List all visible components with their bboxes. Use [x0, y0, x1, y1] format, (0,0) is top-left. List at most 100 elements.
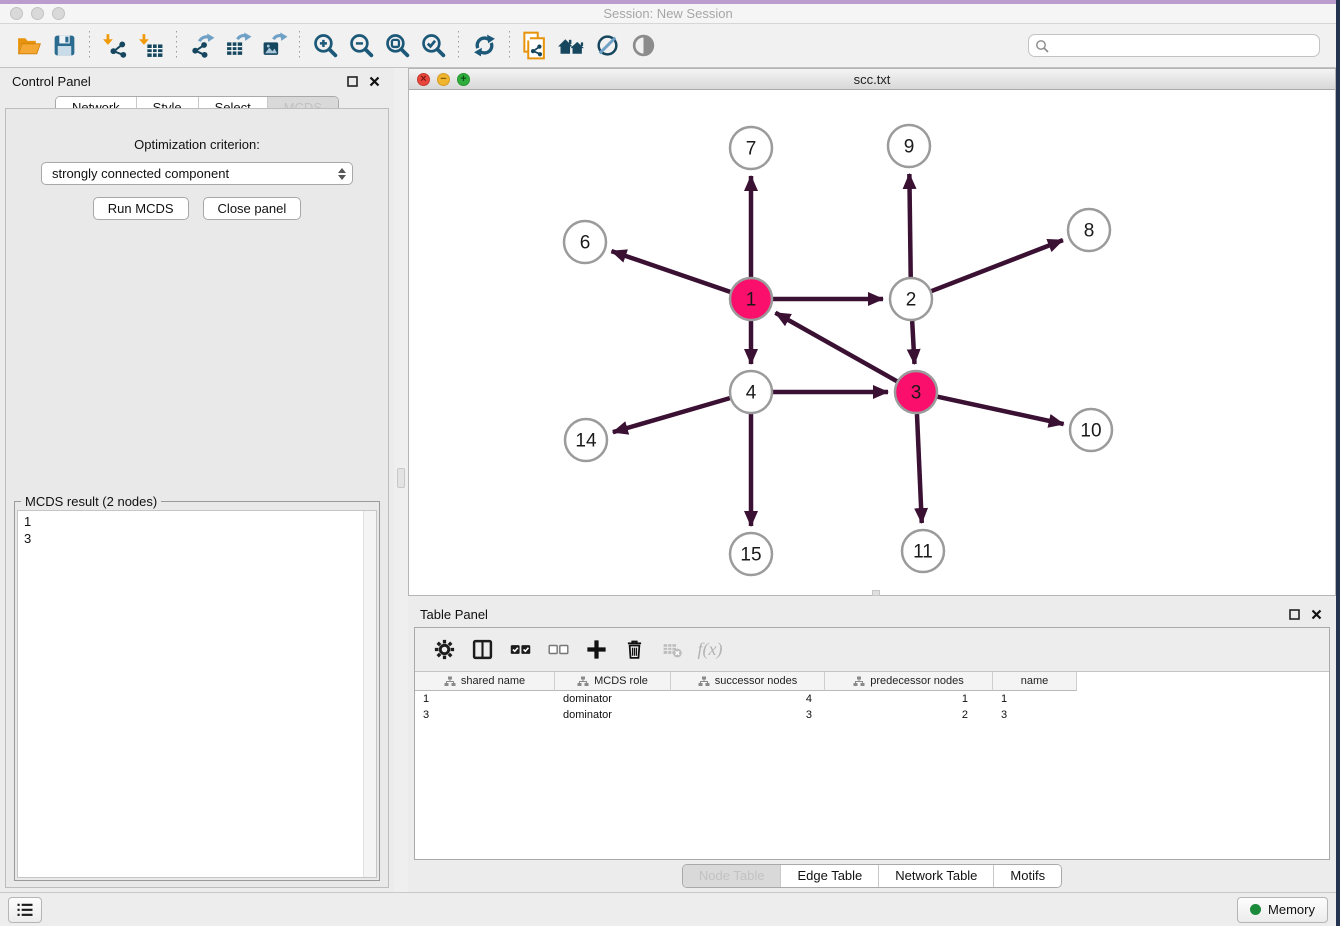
- select-all-icon[interactable]: [506, 636, 534, 664]
- column-header-successor-nodes[interactable]: successor nodes: [671, 672, 825, 691]
- table-tabbar: Node TableEdge TableNetwork TableMotifs: [408, 860, 1336, 892]
- network-zoom-button[interactable]: +: [457, 73, 470, 86]
- splitter-grip[interactable]: [397, 468, 405, 488]
- result-scrollbar[interactable]: [363, 511, 376, 877]
- memory-label: Memory: [1268, 902, 1315, 917]
- mcds-result-title: MCDS result (2 nodes): [21, 494, 161, 509]
- criterion-value: strongly connected component: [52, 166, 338, 181]
- table-header: shared nameMCDS rolesuccessor nodesprede…: [415, 672, 1329, 691]
- graph-edge-2-9[interactable]: [909, 174, 910, 277]
- zoom-in-icon[interactable]: [310, 31, 340, 61]
- control-panel: Control Panel NetworkStyleSelectMCDS Opt…: [0, 68, 394, 892]
- close-panel-button[interactable]: Close panel: [203, 197, 302, 220]
- node-table[interactable]: shared nameMCDS rolesuccessor nodesprede…: [415, 672, 1329, 859]
- desktop-background: [1336, 0, 1340, 926]
- sort-tree-icon: [444, 676, 456, 687]
- graph-edge-3-1[interactable]: [775, 313, 896, 381]
- table-row[interactable]: 1dominator411: [415, 691, 1329, 707]
- memory-button[interactable]: Memory: [1237, 897, 1328, 923]
- network-graph[interactable]: 7968124314101511: [409, 90, 1335, 590]
- tab-node-table[interactable]: Node Table: [683, 865, 781, 887]
- network-titlebar: × − + scc.txt: [409, 69, 1335, 90]
- deselect-all-icon[interactable]: [544, 636, 572, 664]
- criterion-select[interactable]: strongly connected component: [41, 162, 353, 185]
- network-close-button[interactable]: ×: [417, 73, 430, 86]
- mcds-result-box[interactable]: 1 3: [17, 510, 377, 878]
- export-network-icon[interactable]: [187, 31, 217, 61]
- delete-table-icon: [658, 636, 686, 664]
- add-icon[interactable]: [582, 636, 610, 664]
- status-bar: Memory: [0, 892, 1336, 926]
- sort-tree-icon: [577, 676, 589, 687]
- column-header-name[interactable]: name: [993, 672, 1077, 691]
- memory-status-dot: [1250, 904, 1261, 915]
- slash-circle-icon[interactable]: [592, 31, 622, 61]
- run-mcds-button[interactable]: Run MCDS: [93, 197, 189, 220]
- table-toolbar: f(x): [415, 628, 1329, 672]
- copy-network-icon[interactable]: [520, 31, 550, 61]
- float-table-panel-icon[interactable]: [1286, 606, 1302, 622]
- network-canvas[interactable]: 7968124314101511: [409, 90, 1335, 595]
- graph-edge-1-6[interactable]: [611, 251, 730, 292]
- table-panel: Table Panel: [408, 601, 1336, 892]
- graph-node-label-8: 8: [1084, 221, 1095, 242]
- import-network-icon[interactable]: [100, 31, 130, 61]
- zoom-fit-icon[interactable]: [382, 31, 412, 61]
- graph-edge-3-11[interactable]: [917, 414, 922, 523]
- refresh-icon[interactable]: [469, 31, 499, 61]
- export-table-icon[interactable]: [223, 31, 253, 61]
- graph-edge-3-10[interactable]: [937, 397, 1063, 424]
- gear-icon[interactable]: [430, 636, 458, 664]
- eye-icon[interactable]: [628, 31, 658, 61]
- table-panel-title: Table Panel: [420, 607, 1280, 622]
- network-title: scc.txt: [409, 72, 1335, 87]
- control-panel-title: Control Panel: [12, 74, 338, 89]
- panel-splitter[interactable]: [394, 68, 408, 892]
- search-input[interactable]: [1053, 38, 1313, 54]
- graph-edge-4-14[interactable]: [613, 398, 730, 432]
- column-header-MCDS-role[interactable]: MCDS role: [555, 672, 671, 691]
- window-titlebar: Session: New Session: [0, 4, 1336, 24]
- optimization-criterion-label: Optimization criterion:: [134, 137, 260, 152]
- zoom-out-icon[interactable]: [346, 31, 376, 61]
- trash-icon[interactable]: [620, 636, 648, 664]
- graph-node-label-2: 2: [906, 290, 917, 311]
- search-icon: [1035, 39, 1049, 53]
- save-icon[interactable]: [49, 31, 79, 61]
- graph-node-label-15: 15: [740, 545, 761, 566]
- sort-tree-icon: [853, 676, 865, 687]
- close-panel-icon[interactable]: [366, 73, 382, 89]
- tab-motifs[interactable]: Motifs: [993, 865, 1061, 887]
- import-table-icon[interactable]: [136, 31, 166, 61]
- fx-icon: f(x): [696, 636, 724, 664]
- graph-node-label-14: 14: [575, 431, 597, 452]
- table-rows: 1dominator4113dominator323: [415, 691, 1329, 723]
- float-panel-icon[interactable]: [344, 73, 360, 89]
- zoom-selected-icon[interactable]: [418, 31, 448, 61]
- table-row[interactable]: 3dominator323: [415, 707, 1329, 723]
- network-window: × − + scc.txt 7968124314101511: [408, 68, 1336, 596]
- app-window: Session: New Session: [0, 0, 1336, 926]
- graph-node-label-7: 7: [746, 139, 757, 160]
- graph-edge-2-3[interactable]: [912, 321, 914, 364]
- list-icon: [15, 900, 35, 920]
- main-toolbar: [0, 24, 1336, 68]
- network-resize-grip[interactable]: [872, 590, 880, 596]
- tab-edge-table[interactable]: Edge Table: [780, 865, 878, 887]
- graph-node-label-1: 1: [746, 290, 757, 311]
- folder-open-icon[interactable]: [13, 31, 43, 61]
- network-minimize-button[interactable]: −: [437, 73, 450, 86]
- columns-icon[interactable]: [468, 636, 496, 664]
- tab-network-table[interactable]: Network Table: [878, 865, 993, 887]
- column-header-shared-name[interactable]: shared name: [415, 672, 555, 691]
- task-history-button[interactable]: [8, 897, 42, 923]
- sort-tree-icon: [698, 676, 710, 687]
- close-table-panel-icon[interactable]: [1308, 606, 1324, 622]
- home-icon[interactable]: [556, 31, 586, 61]
- export-image-icon[interactable]: [259, 31, 289, 61]
- search-field[interactable]: [1028, 34, 1320, 57]
- graph-edge-2-8[interactable]: [932, 240, 1063, 291]
- graph-node-label-9: 9: [904, 137, 915, 158]
- graph-node-label-3: 3: [911, 383, 922, 404]
- column-header-predecessor-nodes[interactable]: predecessor nodes: [825, 672, 993, 691]
